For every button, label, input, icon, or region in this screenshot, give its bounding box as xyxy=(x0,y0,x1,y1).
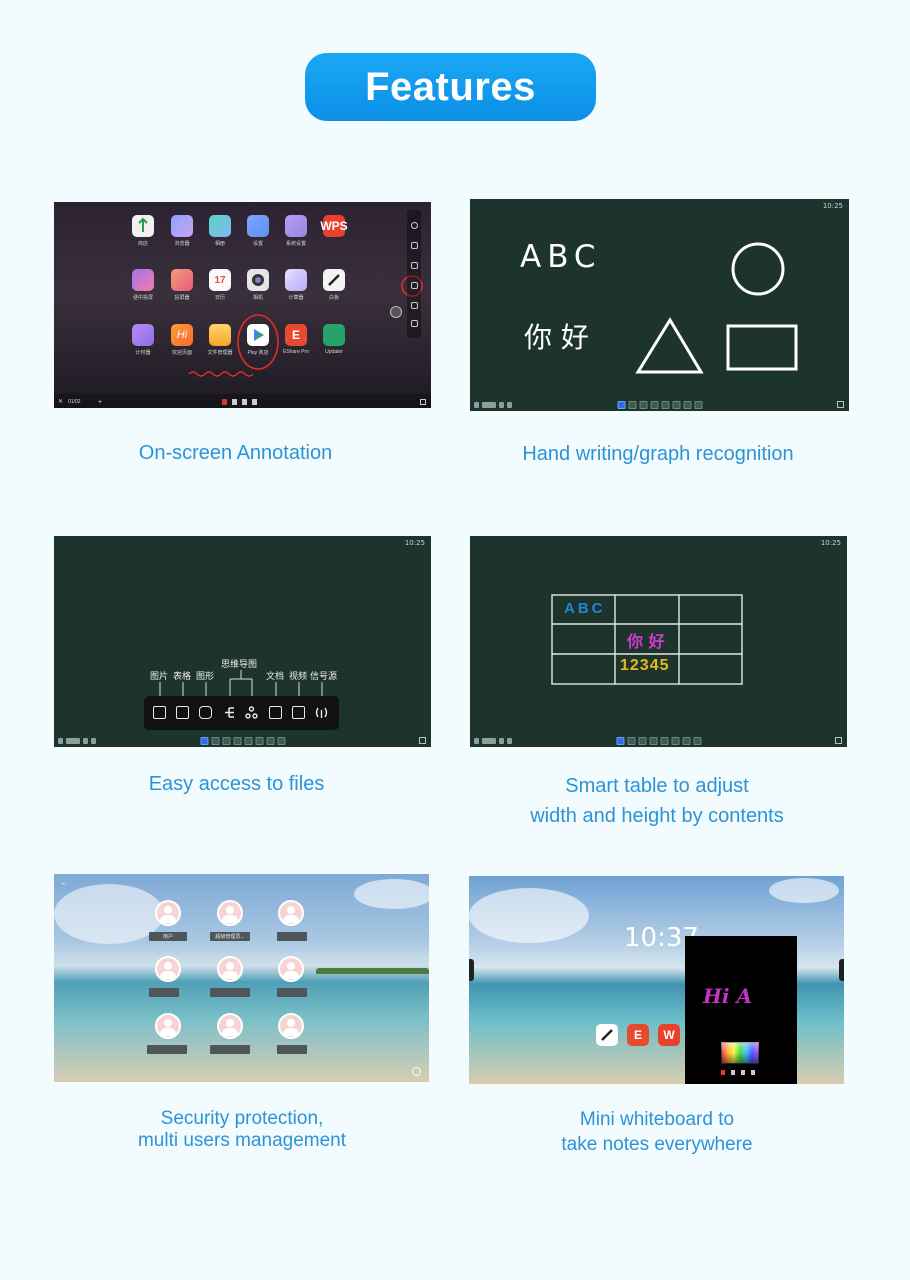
handwritten-note: Hi A xyxy=(703,984,752,1008)
user-name-tag xyxy=(277,988,307,997)
user-name-tag xyxy=(277,1045,307,1054)
more-tool-icon[interactable] xyxy=(252,399,257,405)
left-edge-handle[interactable] xyxy=(469,959,474,981)
fullscreen-icon[interactable] xyxy=(420,399,426,405)
island xyxy=(316,968,429,974)
signal-source-icon[interactable] xyxy=(315,706,328,719)
page-indicator: 01/02 xyxy=(68,399,81,405)
fullscreen-icon[interactable] xyxy=(835,737,842,744)
shape-icon[interactable] xyxy=(199,706,212,719)
close-icon[interactable]: ✕ xyxy=(58,398,63,405)
mini-whiteboard-panel[interactable]: Hi A xyxy=(685,936,797,1084)
user-avatar[interactable] xyxy=(217,1013,243,1039)
eraser-icon[interactable] xyxy=(731,1070,735,1075)
pen-tool-icon[interactable] xyxy=(222,399,227,405)
eshare-shortcut-icon[interactable]: E xyxy=(627,1024,649,1046)
recognized-circle xyxy=(731,242,785,296)
user-name-tag xyxy=(147,1045,187,1054)
user-avatar[interactable] xyxy=(278,1013,304,1039)
image-icon[interactable] xyxy=(153,706,166,719)
mini-whiteboard-screenshot: 10:37 E W Hi A xyxy=(469,876,844,1084)
settings-icon[interactable] xyxy=(411,302,418,309)
palette-shade-overlay xyxy=(721,1042,759,1064)
file-toolbar xyxy=(144,696,339,730)
video-icon[interactable] xyxy=(292,706,305,719)
user-name-tag xyxy=(210,988,250,997)
caption-annotation: On-screen Annotation xyxy=(138,442,333,464)
user-name-tag xyxy=(210,1045,250,1054)
fullscreen-icon[interactable] xyxy=(419,737,426,744)
user-avatar[interactable] xyxy=(155,956,181,982)
user-avatar[interactable] xyxy=(217,900,243,926)
back-arrow-icon[interactable]: ← xyxy=(60,878,68,887)
user-name-tag: 用户 xyxy=(149,932,187,941)
recognized-shapes xyxy=(635,242,798,374)
smart-table-screenshot: 10:25 ABC 你 好 12345 xyxy=(470,536,847,747)
recognized-triangle xyxy=(635,317,704,374)
caption-handwriting: Hand writing/graph recognition xyxy=(522,443,794,465)
user-name-tag xyxy=(149,988,179,997)
caption-security: Security protection, multi users managem… xyxy=(137,1108,347,1151)
pen-icon[interactable] xyxy=(721,1070,725,1075)
user-avatar[interactable] xyxy=(278,956,304,982)
cloud-decoration xyxy=(469,888,589,943)
table-cell-abc: ABC xyxy=(564,600,606,617)
caption-mini-whiteboard: Mini whiteboard to take notes everywhere xyxy=(561,1109,753,1155)
annotation-screenshot: WPS 商店 浏览器 相册 设置 系统设置 17 便中投屏 投屏器 日历 相机 … xyxy=(54,202,431,408)
annotation-strokes xyxy=(188,275,423,377)
eraser-tool-icon[interactable] xyxy=(232,399,237,405)
table-cell-nihao: 你 好 xyxy=(627,632,665,651)
document-icon[interactable] xyxy=(269,706,282,719)
handwriting-screenshot: 10:25 ABC 你 好 xyxy=(470,199,849,411)
wps-shortcut-icon[interactable]: W xyxy=(658,1024,680,1046)
cloud-decoration xyxy=(54,884,164,944)
cloud-decoration xyxy=(769,878,839,903)
floating-button[interactable] xyxy=(390,306,402,318)
apps-icon[interactable] xyxy=(411,262,418,269)
bottom-bar xyxy=(54,733,431,747)
clear-icon[interactable] xyxy=(741,1070,745,1075)
user-avatar[interactable] xyxy=(155,900,181,926)
add-page-icon[interactable]: + xyxy=(98,399,102,406)
bottom-bar xyxy=(470,733,847,747)
home-icon[interactable] xyxy=(411,242,418,249)
whiteboard-shortcut-icon[interactable] xyxy=(596,1024,618,1046)
caption-files: Easy access to files xyxy=(148,773,325,795)
caption-smart-table: Smart table to adjust width and height b… xyxy=(530,775,784,827)
files-screenshot: 10:25 图片 表格 图形 思维导图 文档 视频 信号源 xyxy=(54,536,431,747)
close-icon[interactable] xyxy=(751,1070,755,1075)
user-avatar[interactable] xyxy=(217,956,243,982)
features-title: Features xyxy=(305,53,596,121)
table-icon[interactable] xyxy=(176,706,189,719)
user-avatar[interactable] xyxy=(155,1013,181,1039)
back-icon[interactable] xyxy=(411,222,418,229)
recognized-rectangle xyxy=(726,324,798,371)
bottom-bar xyxy=(470,397,849,411)
help-icon[interactable] xyxy=(412,1067,421,1076)
user-avatar[interactable] xyxy=(278,900,304,926)
source-icon[interactable] xyxy=(411,320,418,327)
user-name-tag xyxy=(277,932,307,941)
bottom-bar: ✕ 01/02 + xyxy=(54,394,431,408)
select-tool-icon[interactable] xyxy=(242,399,247,405)
mindmap-left-icon[interactable] xyxy=(223,706,236,719)
mindmap-tree-icon[interactable] xyxy=(245,706,258,719)
pen-icon[interactable] xyxy=(411,282,418,289)
table-cell-numbers: 12345 xyxy=(620,657,670,674)
cloud-decoration xyxy=(354,879,429,909)
users-screenshot: 用户 超级管理员... ← xyxy=(54,874,429,1082)
user-name-tag: 超级管理员... xyxy=(210,932,250,941)
right-edge-handle[interactable] xyxy=(839,959,844,981)
fullscreen-icon[interactable] xyxy=(837,401,844,408)
side-toolbar xyxy=(407,210,421,338)
